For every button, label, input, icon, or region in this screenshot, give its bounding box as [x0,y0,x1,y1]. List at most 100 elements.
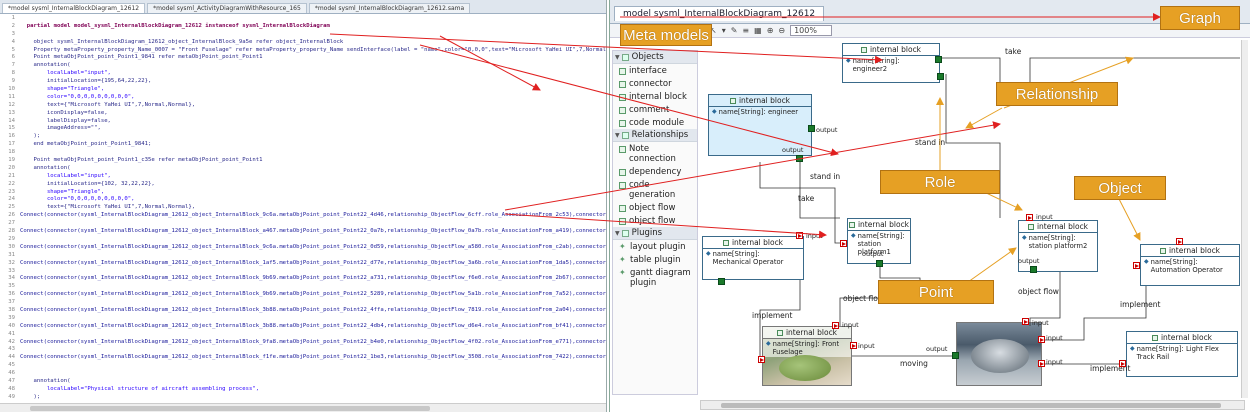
code-line[interactable]: 22 initialLocation={102, 32,22,22}, [0,181,606,189]
port-output[interactable] [937,73,944,80]
palette-item[interactable]: ✦ layout plugin [613,240,697,253]
dropdown-icon[interactable]: ▾ [722,26,726,35]
port-output[interactable] [952,352,959,359]
port-output[interactable] [1030,266,1037,273]
code-line[interactable]: 46 [0,370,606,378]
palette-item[interactable]: object flow [613,201,697,214]
code-line[interactable]: 33 [0,268,606,276]
palette-section-objects[interactable]: ▼ Objects [613,51,697,64]
code-line[interactable]: 35 [0,283,606,291]
code-line[interactable]: 34 Connect(connector(sysml_InternalBlockD… [0,275,606,283]
palette-section-relationships[interactable]: ▼ Relationships [613,129,697,142]
code-line[interactable]: 15 imageAddress="", [0,125,606,133]
code-line[interactable]: 42 Connect(connector(sysml_InternalBlockD… [0,339,606,347]
port-input[interactable] [1022,318,1029,325]
port-input[interactable] [1038,336,1045,343]
port-input[interactable] [1026,214,1033,221]
code-line[interactable]: 16 ); [0,133,606,141]
zoom-in-icon[interactable]: ⊕ [767,26,774,35]
code-line[interactable]: 21 localLabel="input", [0,173,606,181]
code-line[interactable]: 20 annotation( [0,165,606,173]
edit-icon[interactable]: ✎ [731,26,738,35]
port-output[interactable] [796,155,803,162]
palette-item[interactable]: comment [613,103,697,116]
code-line[interactable]: 11 color="0,0,0,0,0,0,0,0,0", [0,94,606,102]
code-line[interactable]: 28 Connect(connector(sysml_InternalBlockD… [0,228,606,236]
code-line[interactable]: 7 annotation( [0,62,606,70]
code-line[interactable]: 13 iconDisplay=false, [0,110,606,118]
palette-section-plugins[interactable]: ▼ Plugins [613,227,697,240]
code-line[interactable]: 1 [0,15,606,23]
port-input[interactable] [1038,360,1045,367]
palette-item[interactable]: code generation [613,178,697,201]
palette-item[interactable]: ✦ table plugin [613,253,697,266]
code-line[interactable]: 40 Connect(connector(sysml_InternalBlockD… [0,323,606,331]
port-input[interactable] [796,232,803,239]
code-line[interactable]: 4 object sysml_InternalBlockDiagram_1261… [0,39,606,47]
code-line[interactable]: 8 localLabel="input", [0,70,606,78]
palette-item[interactable]: internal block [613,90,697,103]
port-output[interactable] [718,278,725,285]
code-line[interactable]: 5 Property metaProperty_property_Name_00… [0,47,606,55]
port-input[interactable] [832,322,839,329]
port-output[interactable] [876,260,883,267]
code-line[interactable]: 3 [0,31,606,39]
code-line[interactable]: 14 labelDisplay=false, [0,118,606,126]
code-line[interactable]: 29 [0,236,606,244]
code-line[interactable]: 41 [0,331,606,339]
code-line[interactable]: 43 [0,346,606,354]
palette-item[interactable]: code module [613,116,697,129]
code-line[interactable]: 44 Connect(connector(sysml_InternalBlockD… [0,354,606,362]
code-line[interactable]: 24 color="0,0,0,0,0,0,0,0,0", [0,196,606,204]
palette-item[interactable]: ✦ gantt diagram plugin [613,266,697,289]
graph-horizontal-scrollbar[interactable] [700,400,1245,410]
port-input[interactable] [840,240,847,247]
palette-item[interactable]: Note connection [613,142,697,165]
collapse-icon[interactable]: ▼ [615,132,620,139]
align-icon[interactable]: ≡ [742,26,749,35]
port-output[interactable] [808,125,815,132]
code-line[interactable]: 2 partial model model_sysml_InternalBloc… [0,23,606,31]
collapse-icon[interactable]: ▼ [615,230,620,237]
graph-tab[interactable]: model sysml_InternalBlockDiagram_12612 [614,6,825,21]
graph-editor[interactable]: model sysml_InternalBlockDiagram_12612 ↖… [609,0,1250,412]
editor-horizontal-scrollbar[interactable] [0,403,606,412]
palette-item[interactable]: connector [613,77,697,90]
code-line[interactable]: 27 [0,220,606,228]
palette-item[interactable]: interface [613,64,697,77]
code-line[interactable]: 39 [0,315,606,323]
code-line[interactable]: 18 [0,149,606,157]
scroll-thumb[interactable] [721,403,1221,408]
grid-icon[interactable]: ▦ [754,26,762,35]
code-editor[interactable]: *model sysml_InternalBlockDiagram_12612 … [0,0,607,412]
code-line[interactable]: 25 text={"Microsoft YaHei UI",7,Normal,N… [0,204,606,212]
code-line[interactable]: 9 initialLocation={195,64,22,22}, [0,78,606,86]
port-input[interactable] [1176,238,1183,245]
editor-tab-ibd[interactable]: *model sysml_InternalBlockDiagram_12612 [2,3,146,13]
code-line[interactable]: 32 Connect(connector(sysml_InternalBlockD… [0,260,606,268]
code-line[interactable]: 10 shape="Triangle", [0,86,606,94]
code-line[interactable]: 26 Connect(connector(sysml_InternalBlockD… [0,212,606,220]
port-input[interactable] [758,356,765,363]
port-input[interactable] [1119,360,1126,367]
code-area[interactable]: 12 partial model model_sysml_InternalBlo… [0,15,606,402]
code-line[interactable]: 23 shape="Triangle", [0,189,606,197]
palette-item[interactable]: object flow [613,214,697,227]
code-line[interactable]: 47 annotation( [0,378,606,386]
port-input[interactable] [850,342,857,349]
code-line[interactable]: 38 Connect(connector(sysml_InternalBlockD… [0,307,606,315]
code-line[interactable]: 31 [0,252,606,260]
code-line[interactable]: 45 [0,362,606,370]
diagram-canvas[interactable]: internal block ◆ name[String]: engineer2 … [700,38,1246,397]
zoom-out-icon[interactable]: ⊖ [778,26,785,35]
scroll-thumb[interactable] [30,406,430,411]
graph-vertical-scrollbar[interactable] [1241,40,1248,398]
code-line[interactable]: 49 ); [0,394,606,402]
editor-tab-activity[interactable]: *model sysml_ActivityDiagramWithResource… [147,3,307,13]
editor-tab-sama[interactable]: *model sysml_InternalBlockDiagram_12612.… [308,3,471,13]
code-line[interactable]: 36 Connect(connector(sysml_InternalBlockD… [0,291,606,299]
code-line[interactable]: 19 Point metaObjPoint_point_Point1_c35e … [0,157,606,165]
zoom-select[interactable]: 100% [790,25,832,36]
code-line[interactable]: 30 Connect(connector(sysml_InternalBlockD… [0,244,606,252]
collapse-icon[interactable]: ▼ [615,54,620,61]
